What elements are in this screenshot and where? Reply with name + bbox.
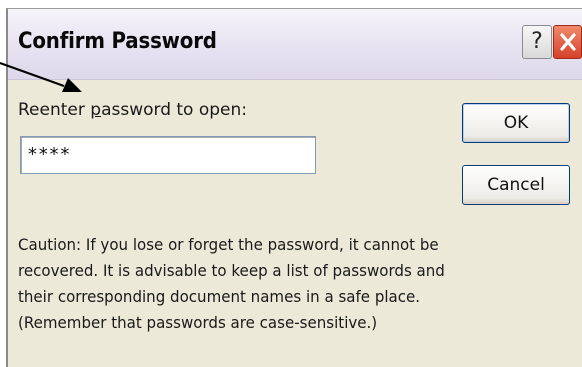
password-prompt-label: Reenter password to open: <box>18 100 247 120</box>
caution-line: Caution: If you lose or forget the passw… <box>18 235 439 254</box>
help-button[interactable]: ? <box>522 25 552 59</box>
prompt-text-before: Reenter <box>18 100 91 120</box>
cancel-button[interactable]: Cancel <box>462 165 570 205</box>
dialog-body: Reenter password to open: **** OK Cancel… <box>8 80 582 367</box>
dialog-title: Confirm Password <box>18 29 217 54</box>
caution-text: Caution: If you lose or forget the passw… <box>18 232 445 336</box>
ok-button[interactable]: OK <box>462 103 570 143</box>
caution-line: recovered. It is advisable to keep a lis… <box>18 261 445 280</box>
caution-line: their corresponding document names in a … <box>18 287 421 306</box>
close-x-icon <box>559 33 576 51</box>
confirm-password-dialog: Confirm Password ? Reenter password to o… <box>6 8 582 367</box>
title-bar[interactable]: Confirm Password ? <box>8 9 582 80</box>
caution-line: (Remember that passwords are case-sensit… <box>18 313 378 332</box>
password-field[interactable]: **** <box>20 136 316 174</box>
screen: Confirm Password ? Reenter password to o… <box>0 0 582 367</box>
question-mark-icon: ? <box>531 29 543 54</box>
prompt-accelerator-key: p <box>90 100 102 120</box>
prompt-text-after: assword to open: <box>101 100 248 120</box>
close-button[interactable] <box>553 25 582 59</box>
